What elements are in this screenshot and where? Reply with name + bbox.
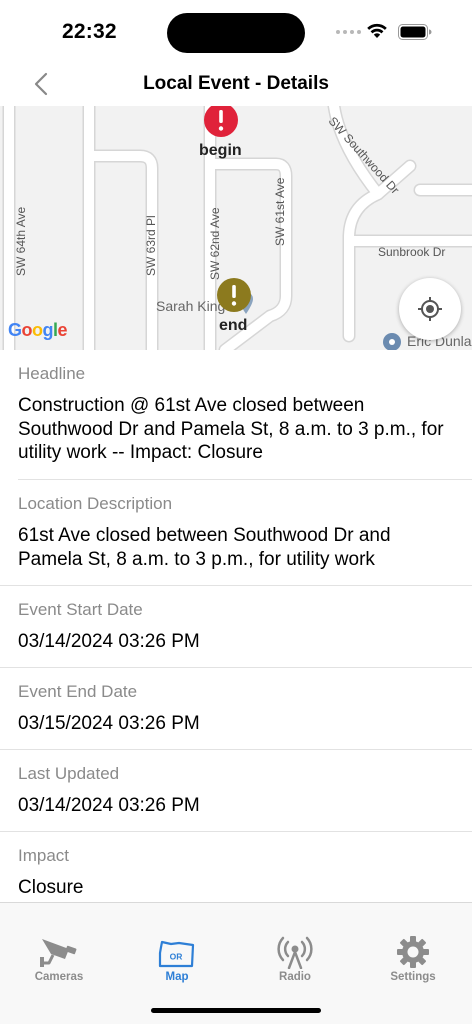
detail-value: 61st Ave closed between Southwood Dr and… <box>18 525 391 570</box>
detail-label: Location Description <box>18 494 173 513</box>
tab-label: Map <box>165 971 189 983</box>
detail-impact: Impact Closure <box>0 832 472 902</box>
oregon-map-icon: OR <box>158 940 195 968</box>
page-title: Local Event - Details <box>143 73 329 94</box>
detail-event-start-date: Event Start Date 03/14/2024 03:26 PM <box>0 586 472 668</box>
navigation-bar: Local Event - Details <box>0 62 472 106</box>
detail-label: Event End Date <box>18 682 138 701</box>
poi-label: Sarah King <box>156 298 226 314</box>
dynamic-island <box>167 13 305 53</box>
event-map[interactable]: SW 64th Ave SW 63rd Pl SW 62nd Ave SW 61… <box>0 106 472 350</box>
status-bar: 22:32 <box>0 0 472 62</box>
street-label: SW 62nd Ave <box>208 207 222 281</box>
detail-value: 03/15/2024 03:26 PM <box>18 713 200 734</box>
detail-event-end-date: Event End Date 03/15/2024 03:26 PM <box>0 668 472 750</box>
google-logo: Google <box>8 320 68 340</box>
tab-map[interactable]: OR Map <box>118 933 236 993</box>
detail-label: Impact <box>18 846 70 865</box>
tab-bar: Cameras OR Map Radio Settings <box>0 902 472 1024</box>
wifi-icon <box>367 23 387 38</box>
svg-text:OR: OR <box>170 952 183 962</box>
my-location-button[interactable] <box>399 278 461 340</box>
detail-value: Construction @ 61st Ave closed between S… <box>18 395 444 463</box>
detail-value: 03/14/2024 03:26 PM <box>18 631 200 652</box>
status-time: 22:32 <box>62 20 117 43</box>
radio-icon <box>277 936 313 969</box>
detail-label: Last Updated <box>18 764 120 783</box>
tab-label: Cameras <box>34 971 84 983</box>
cellular-signal-icon <box>336 30 361 34</box>
begin-marker-label: begin <box>199 142 242 159</box>
street-label: SW 64th Ave <box>14 206 28 276</box>
event-details-list[interactable]: Headline Construction @ 61st Ave closed … <box>0 350 472 902</box>
detail-location-description: Location Description 61st Ave closed bet… <box>0 480 472 586</box>
home-indicator <box>151 1008 321 1013</box>
begin-marker-icon[interactable] <box>203 106 239 138</box>
battery-icon <box>398 24 432 40</box>
detail-value: Closure <box>18 877 84 898</box>
gear-icon <box>397 936 429 968</box>
street-label: SW 61st Ave <box>273 177 287 246</box>
poi-pin-icon <box>383 333 401 350</box>
detail-value: 03/14/2024 03:26 PM <box>18 795 200 816</box>
detail-headline: Headline Construction @ 61st Ave closed … <box>0 350 472 480</box>
detail-label: Headline <box>18 364 86 383</box>
end-marker-label: end <box>219 317 248 334</box>
tab-label: Radio <box>279 971 311 983</box>
detail-label: Event Start Date <box>18 600 143 619</box>
tab-cameras[interactable]: Cameras <box>0 933 118 993</box>
detail-last-updated: Last Updated 03/14/2024 03:26 PM <box>0 750 472 832</box>
street-label: Sunbrook Dr <box>378 245 446 259</box>
end-marker-icon[interactable] <box>216 277 252 313</box>
street-label: SW 63rd Pl <box>144 215 158 276</box>
tab-label: Settings <box>390 971 436 983</box>
camera-icon <box>40 939 77 967</box>
tab-radio[interactable]: Radio <box>236 933 354 993</box>
crosshair-icon <box>418 297 442 321</box>
tab-settings[interactable]: Settings <box>354 933 472 993</box>
